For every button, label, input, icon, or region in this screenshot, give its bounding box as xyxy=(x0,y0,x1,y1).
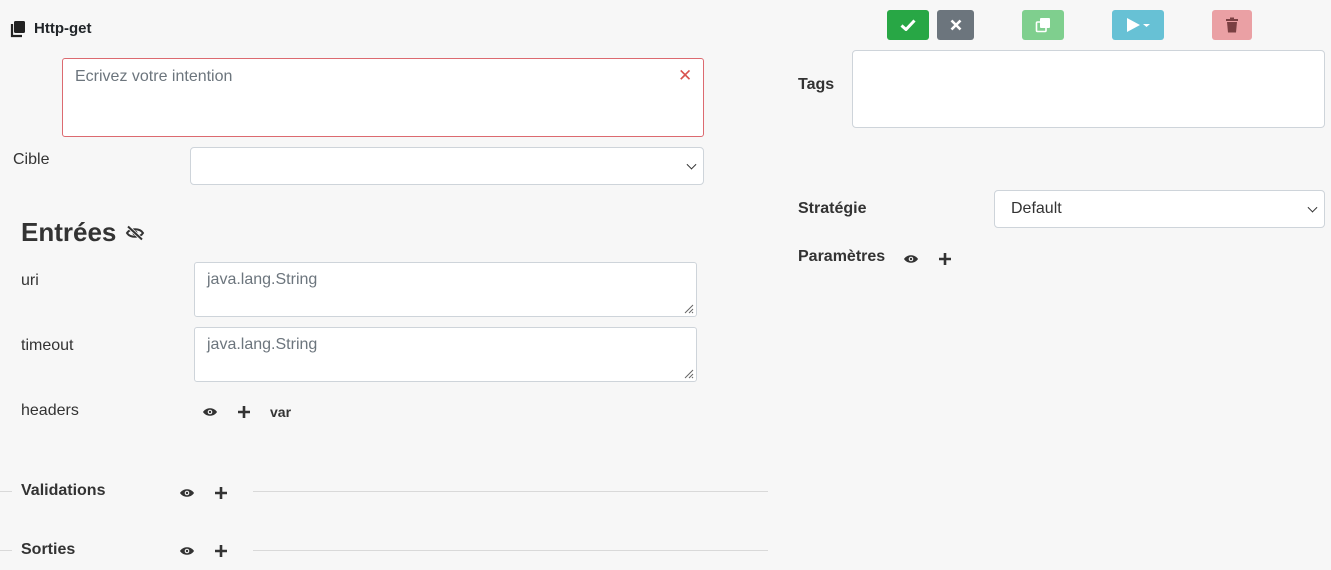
divider xyxy=(253,491,768,492)
strategie-label: Stratégie xyxy=(798,200,867,217)
duplicate-button[interactable] xyxy=(1022,10,1064,40)
plus-icon[interactable] xyxy=(938,252,952,266)
plus-icon[interactable] xyxy=(214,486,228,500)
clear-icon[interactable]: ✕ xyxy=(678,67,692,84)
plus-icon[interactable] xyxy=(237,405,251,419)
timeout-textarea[interactable]: java.lang.String xyxy=(194,327,697,382)
page-title: Http-get xyxy=(34,20,92,37)
chevron-down-icon xyxy=(1307,202,1318,213)
intention-placeholder: Ecrivez votre intention xyxy=(75,68,233,85)
tags-input[interactable] xyxy=(852,50,1325,128)
save-button[interactable] xyxy=(887,10,929,40)
resize-grip-icon[interactable] xyxy=(682,367,694,379)
entrees-heading: Entrées xyxy=(21,217,117,247)
parametres-label: Paramètres xyxy=(798,248,886,265)
uri-textarea[interactable]: java.lang.String xyxy=(194,262,697,317)
cible-select[interactable] xyxy=(190,147,704,185)
var-button[interactable]: var xyxy=(270,404,291,420)
run-dropdown-button[interactable] xyxy=(1112,10,1164,40)
divider xyxy=(0,550,12,551)
eye-icon[interactable] xyxy=(202,406,218,418)
close-icon xyxy=(950,19,961,31)
sorties-label: Sorties xyxy=(21,541,76,558)
timeout-label: timeout xyxy=(21,337,74,354)
eye-icon[interactable] xyxy=(179,487,195,499)
check-icon xyxy=(900,19,916,31)
copy-icon xyxy=(1035,18,1050,33)
strategie-select[interactable]: Default xyxy=(994,190,1325,228)
strategie-value: Default xyxy=(1011,200,1062,217)
validations-label: Validations xyxy=(21,482,106,499)
eye-icon[interactable] xyxy=(179,545,195,557)
resize-grip-icon[interactable] xyxy=(682,302,694,314)
uri-label: uri xyxy=(21,272,39,289)
cible-label: Cible xyxy=(13,151,50,168)
timeout-placeholder: java.lang.String xyxy=(207,336,318,353)
eye-slash-icon[interactable] xyxy=(125,225,145,241)
play-icon xyxy=(1127,18,1150,32)
headers-label: headers xyxy=(21,402,79,419)
plus-icon[interactable] xyxy=(214,544,228,558)
trash-icon xyxy=(1226,17,1238,33)
uri-placeholder: java.lang.String xyxy=(207,271,318,288)
eye-icon[interactable] xyxy=(903,253,919,265)
cancel-button[interactable] xyxy=(937,10,974,40)
divider xyxy=(0,491,12,492)
copy-icon xyxy=(10,21,25,38)
delete-button[interactable] xyxy=(1212,10,1252,40)
divider xyxy=(253,550,768,551)
chevron-down-icon xyxy=(686,159,697,170)
tags-label: Tags xyxy=(798,76,835,93)
